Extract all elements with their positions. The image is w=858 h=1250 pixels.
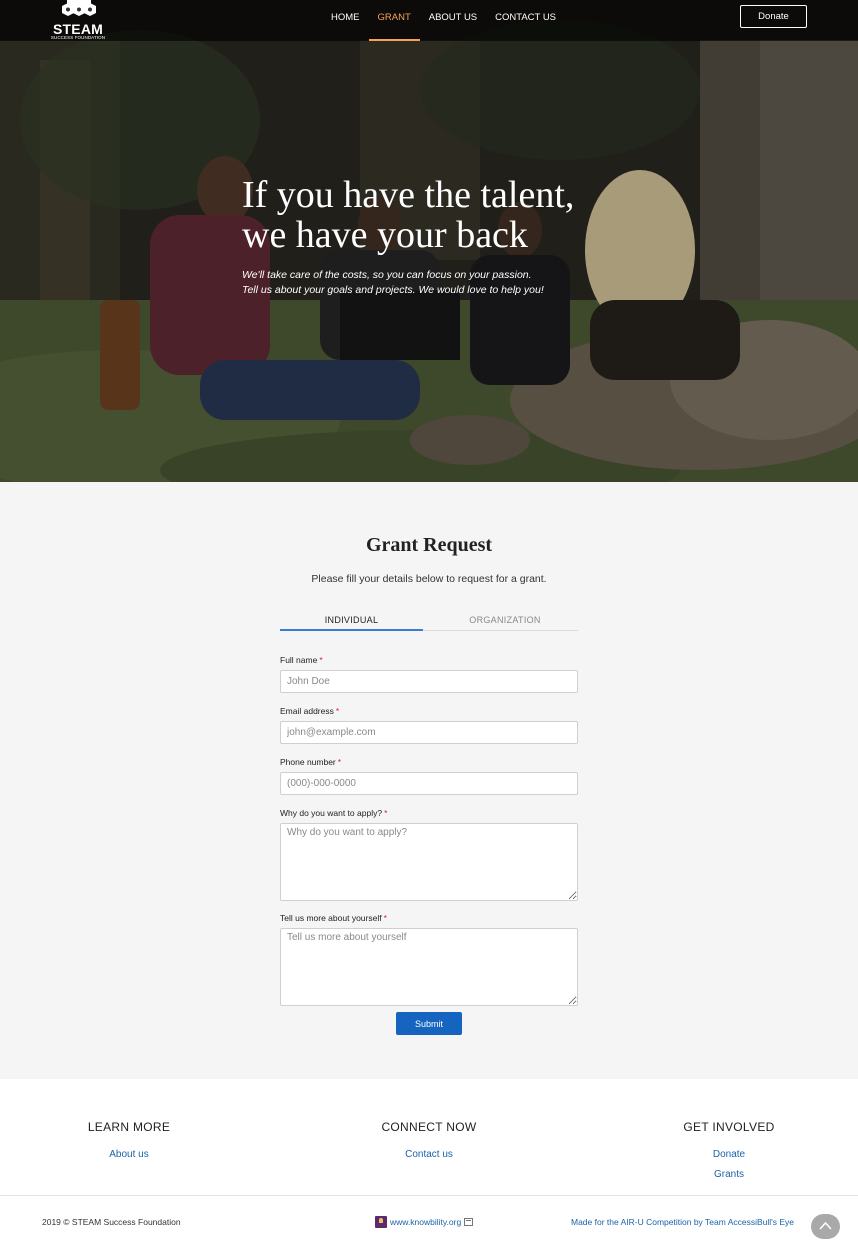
scroll-to-top-button[interactable] <box>811 1214 840 1239</box>
logo-subtext: SUCCESS FOUNDATION <box>50 35 106 40</box>
full-name-input[interactable] <box>280 670 578 693</box>
footer-heading-connect-now: CONNECT NOW <box>381 1120 477 1134</box>
hero-subtitle-line1: We'll take care of the costs, so you can… <box>242 269 532 281</box>
phone-input[interactable] <box>280 772 578 795</box>
footer-bottom-bar: 2019 © STEAM Success Foundation www.know… <box>0 1196 858 1250</box>
footer-heading-learn-more: LEARN MORE <box>87 1120 171 1134</box>
required-asterisk: * <box>384 808 388 818</box>
nav-item-grant[interactable]: GRANT <box>368 0 421 41</box>
footer-heading-get-involved: GET INVOLVED <box>683 1120 775 1134</box>
nav-item-home[interactable]: HOME <box>322 0 369 41</box>
footer-link-grants[interactable]: Grants <box>629 1169 829 1180</box>
form-title: Grant Request <box>365 534 493 556</box>
full-name-label-text: Full name <box>280 655 318 665</box>
copyright-text: 2019 © STEAM Success Foundation <box>42 1217 181 1227</box>
why-apply-label: Why do you want to apply? * <box>280 808 387 818</box>
required-asterisk: * <box>383 913 387 923</box>
nav-item-contact-us[interactable]: CONTACT US <box>486 0 565 41</box>
email-label-text: Email address <box>280 706 334 716</box>
hero-title: If you have the talent, we have your bac… <box>242 175 662 255</box>
steam-hexagon-icon <box>62 0 96 16</box>
footer-link-donate[interactable]: Donate <box>629 1149 829 1160</box>
form-description: Please fill your details below to reques… <box>311 573 547 585</box>
knowbility-logo-icon <box>375 1216 387 1228</box>
grant-request-section: Grant Request Please fill your details b… <box>0 482 858 1079</box>
hero-subtitle-line2: Tell us about your goals and projects. W… <box>242 284 544 296</box>
nav-item-about-us[interactable]: ABOUT US <box>420 0 486 41</box>
required-asterisk: * <box>337 757 342 767</box>
footer-links: LEARN MORE About us CONNECT NOW Contact … <box>0 1079 858 1195</box>
email-input[interactable] <box>280 721 578 744</box>
tab-individual[interactable]: INDIVIDUAL <box>280 610 423 631</box>
hero-section: If you have the talent, we have your bac… <box>0 0 858 482</box>
why-apply-textarea[interactable] <box>280 823 578 901</box>
chevron-up-icon <box>819 1221 832 1230</box>
why-apply-label-text: Why do you want to apply? <box>280 808 383 818</box>
knowbility-link[interactable]: www.knowbility.org <box>375 1216 474 1228</box>
required-asterisk: * <box>335 706 340 716</box>
tab-organization[interactable]: ORGANIZATION <box>432 610 578 631</box>
external-link-icon <box>464 1218 474 1226</box>
top-navbar: STEAM SUCCESS FOUNDATION HOME GRANT ABOU… <box>0 0 858 41</box>
email-label: Email address * <box>280 706 339 716</box>
main-nav: HOME GRANT ABOUT US CONTACT US <box>322 0 565 41</box>
hero-title-line1: If you have the talent, <box>242 174 575 216</box>
about-yourself-label-text: Tell us more about yourself <box>280 913 382 923</box>
full-name-label: Full name * <box>280 655 323 665</box>
submit-button[interactable]: Submit <box>396 1012 462 1035</box>
about-yourself-label: Tell us more about yourself * <box>280 913 387 923</box>
hero-title-line2: we have your back <box>242 214 528 256</box>
footer-link-contact-us[interactable]: Contact us <box>329 1149 529 1160</box>
required-asterisk: * <box>319 655 323 665</box>
phone-label-text: Phone number <box>280 757 336 767</box>
footer-link-about-us[interactable]: About us <box>29 1149 229 1160</box>
applicant-type-tabs: INDIVIDUAL ORGANIZATION <box>280 610 578 631</box>
made-for-link[interactable]: Made for the AIR-U Competition by Team A… <box>571 1217 794 1227</box>
site-logo[interactable]: STEAM SUCCESS FOUNDATION <box>50 0 110 41</box>
hero-subtitle: We'll take care of the costs, so you can… <box>242 268 622 298</box>
phone-label: Phone number * <box>280 757 341 767</box>
about-yourself-textarea[interactable] <box>280 928 578 1006</box>
knowbility-link-text: www.knowbility.org <box>390 1217 462 1227</box>
donate-button[interactable]: Donate <box>740 5 807 28</box>
